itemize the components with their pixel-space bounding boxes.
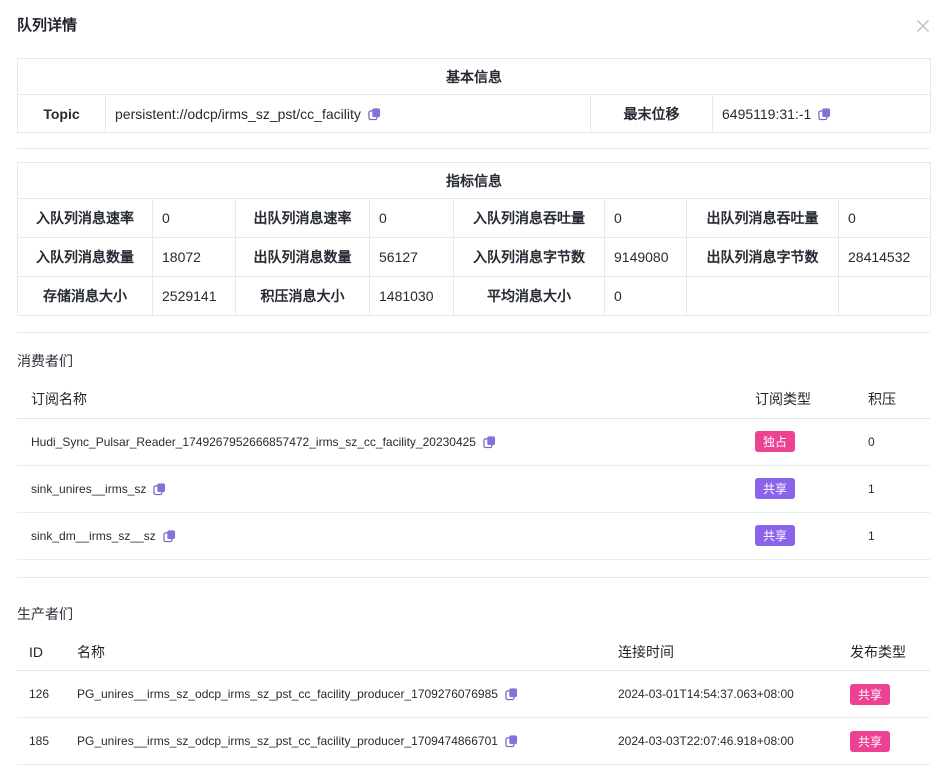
connect-time: 2024-03-01T14:54:37.063+08:00 [618, 671, 850, 718]
column-header-connect-time: 连接时间 [618, 634, 850, 671]
metric-label: 入队列消息字节数 [454, 238, 605, 277]
column-header-subscription-name: 订阅名称 [17, 381, 755, 418]
metric-label: 入队列消息吞吐量 [454, 199, 605, 238]
column-header-name: 名称 [77, 634, 618, 671]
metric-label: 入队列消息数量 [18, 238, 153, 277]
metric-label: 出队列消息数量 [236, 238, 370, 277]
page-title: 队列详情 [17, 15, 930, 36]
section-divider [17, 332, 930, 333]
basic-info-header: 基本信息 [18, 59, 931, 95]
modal-header: 队列详情 [17, 15, 930, 36]
metrics-header: 指标信息 [18, 163, 931, 199]
subscription-name: Hudi_Sync_Pulsar_Reader_1749267952666857… [31, 435, 476, 449]
metric-value: 18072 [153, 238, 236, 277]
table-row: 126 PG_unires__irms_sz_odcp_irms_sz_pst_… [17, 671, 930, 718]
queue-detail-modal: 队列详情 基本信息 Topic persistent://odcp/irms_s… [0, 0, 947, 779]
metric-label: 平均消息大小 [454, 277, 605, 316]
table-row: 185 PG_unires__irms_sz_odcp_irms_sz_pst_… [17, 718, 930, 765]
metric-label: 出队列消息速率 [236, 199, 370, 238]
metric-label: 入队列消息速率 [18, 199, 153, 238]
subscription-name: sink_unires__irms_sz [31, 482, 146, 496]
copy-icon[interactable] [153, 482, 166, 496]
producers-section-title: 生产者们 [17, 604, 930, 624]
copy-icon[interactable] [368, 107, 381, 121]
backlog-value: 1 [868, 512, 930, 559]
producer-name: PG_unires__irms_sz_odcp_irms_sz_pst_cc_f… [77, 734, 498, 748]
metric-value: 0 [605, 277, 687, 316]
producers-table: ID 名称 连接时间 发布类型 126 PG_unires__irms_sz_o… [17, 634, 930, 766]
metric-label: 出队列消息字节数 [687, 238, 839, 277]
basic-info-table: 基本信息 Topic persistent://odcp/irms_sz_pst… [17, 58, 931, 133]
metric-value: 1481030 [370, 277, 454, 316]
metric-label: 出队列消息吞吐量 [687, 199, 839, 238]
column-header-backlog: 积压 [868, 381, 930, 418]
consumers-section-title: 消费者们 [17, 351, 930, 371]
backlog-value: 1 [868, 465, 930, 512]
metric-value: 9149080 [605, 238, 687, 277]
metric-value: 56127 [370, 238, 454, 277]
table-row: 入队列消息数量 18072 出队列消息数量 56127 入队列消息字节数 914… [18, 238, 931, 277]
topic-value: persistent://odcp/irms_sz_pst/cc_facilit… [115, 106, 361, 122]
subscription-type-badge: 共享 [755, 478, 795, 499]
column-header-publish-type: 发布类型 [850, 634, 930, 671]
close-button[interactable] [914, 17, 932, 35]
metric-value: 28414532 [839, 238, 931, 277]
table-row: sink_dm__irms_sz__sz 共享 1 [17, 512, 930, 559]
last-offset-value: 6495119:31:-1 [722, 106, 811, 122]
copy-icon[interactable] [505, 687, 518, 701]
metric-value: 2529141 [153, 277, 236, 316]
close-icon [915, 18, 931, 34]
subscription-type-badge: 独占 [755, 431, 795, 452]
metric-label: 积压消息大小 [236, 277, 370, 316]
copy-icon[interactable] [818, 107, 831, 121]
table-row: Hudi_Sync_Pulsar_Reader_1749267952666857… [17, 418, 930, 465]
producer-id: 185 [17, 718, 77, 765]
section-divider [17, 577, 930, 578]
table-row: 入队列消息速率 0 出队列消息速率 0 入队列消息吞吐量 0 出队列消息吞吐量 … [18, 199, 931, 238]
copy-icon[interactable] [483, 435, 496, 449]
publish-type-badge: 共享 [850, 731, 890, 752]
last-offset-label: 最末位移 [591, 95, 713, 133]
metric-value: 0 [839, 199, 931, 238]
producer-id: 126 [17, 671, 77, 718]
table-row: sink_unires__irms_sz 共享 1 [17, 465, 930, 512]
backlog-value: 0 [868, 418, 930, 465]
metric-value: 0 [153, 199, 236, 238]
table-row: 存储消息大小 2529141 积压消息大小 1481030 平均消息大小 0 [18, 277, 931, 316]
connect-time: 2024-03-03T22:07:46.918+08:00 [618, 718, 850, 765]
consumers-table: 订阅名称 订阅类型 积压 Hudi_Sync_Pulsar_Reader_174… [17, 381, 930, 560]
copy-icon[interactable] [505, 734, 518, 748]
metric-label: 存储消息大小 [18, 277, 153, 316]
metric-value: 0 [605, 199, 687, 238]
section-divider [17, 148, 930, 149]
topic-label: Topic [18, 95, 106, 133]
column-header-subscription-type: 订阅类型 [755, 381, 868, 418]
copy-icon[interactable] [163, 529, 176, 543]
metrics-table: 指标信息 入队列消息速率 0 出队列消息速率 0 入队列消息吞吐量 0 出队列消… [17, 162, 931, 316]
subscription-type-badge: 共享 [755, 525, 795, 546]
publish-type-badge: 共享 [850, 684, 890, 705]
subscription-name: sink_dm__irms_sz__sz [31, 529, 156, 543]
metric-value: 0 [370, 199, 454, 238]
table-row: Topic persistent://odcp/irms_sz_pst/cc_f… [18, 95, 931, 133]
column-header-id: ID [17, 634, 77, 671]
producer-name: PG_unires__irms_sz_odcp_irms_sz_pst_cc_f… [77, 687, 498, 701]
